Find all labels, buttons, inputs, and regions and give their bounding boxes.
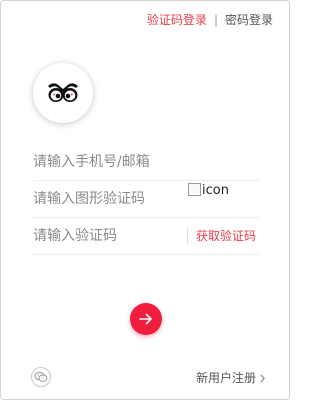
avatar xyxy=(33,63,93,123)
tab-password-login[interactable]: 密码登录 xyxy=(225,12,273,28)
owl-eyes-logo-icon xyxy=(48,83,78,102)
sms-code-input[interactable] xyxy=(33,218,183,254)
login-mode-tabs: 验证码登录 | 密码登录 xyxy=(147,12,273,28)
tab-separator: | xyxy=(213,13,218,27)
get-code-button[interactable]: 获取验证码 xyxy=(196,228,256,244)
phone-email-input[interactable] xyxy=(33,144,259,180)
tab-sms-login[interactable]: 验证码登录 xyxy=(147,12,207,28)
phone-field-row xyxy=(33,144,259,181)
captcha-field-row: icon xyxy=(33,181,259,218)
captcha-input[interactable] xyxy=(33,181,183,217)
submit-button[interactable] xyxy=(130,303,162,335)
field-divider xyxy=(187,228,188,244)
arrow-right-icon xyxy=(139,313,152,325)
captcha-image[interactable]: icon xyxy=(188,183,229,198)
chevron-right-icon xyxy=(260,373,265,383)
register-label: 新用户注册 xyxy=(195,371,256,385)
captcha-image-alt-text: icon xyxy=(202,183,229,198)
sms-code-field-row: 获取验证码 xyxy=(33,218,259,255)
register-link[interactable]: 新用户注册 xyxy=(196,370,265,386)
wechat-icon xyxy=(34,371,48,382)
broken-image-icon xyxy=(188,183,201,196)
wechat-login-button[interactable] xyxy=(31,367,51,387)
login-panel: 验证码登录 | 密码登录 icon 获取验证码 xyxy=(0,0,290,400)
